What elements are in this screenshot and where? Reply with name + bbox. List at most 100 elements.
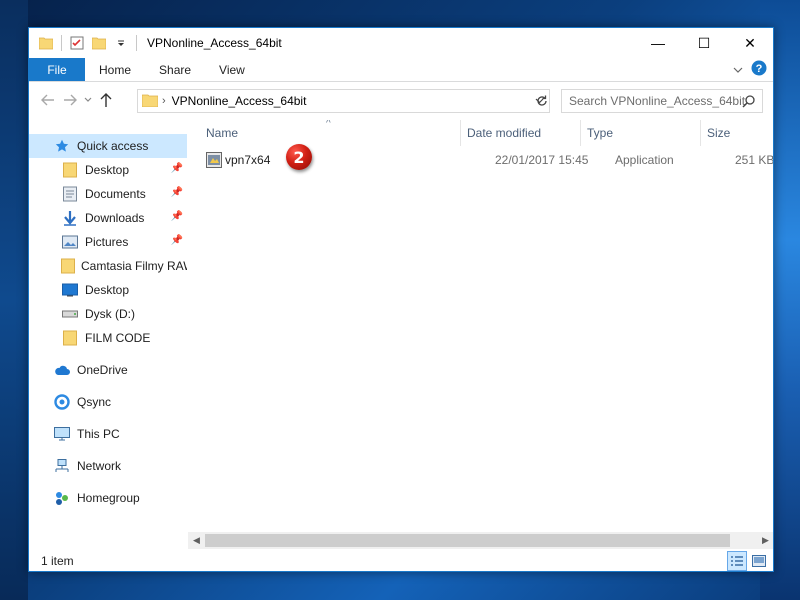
nav-label-desktop: Desktop <box>85 163 130 177</box>
close-button[interactable]: ✕ <box>727 28 773 58</box>
nav-label-this-pc: This PC <box>77 427 120 441</box>
maximize-button[interactable]: ☐ <box>681 28 727 58</box>
nav-item-qsync[interactable]: Qsync <box>29 390 187 414</box>
ribbon-right-controls: ? <box>733 58 773 81</box>
nav-label-network: Network <box>77 459 122 473</box>
toolbar-separator <box>136 35 137 51</box>
customize-toolbar-chevron-icon[interactable] <box>112 34 130 52</box>
nav-label-documents: Documents <box>85 187 146 201</box>
drive-icon <box>61 305 79 323</box>
help-icon[interactable]: ? <box>751 60 767 79</box>
star-icon <box>53 137 71 155</box>
search-icon[interactable] <box>742 94 756 111</box>
address-bar[interactable]: › VPNonline_Access_64bit <box>137 89 550 113</box>
nav-item-this-pc[interactable]: This PC <box>29 422 187 446</box>
nav-label-downloads: Downloads <box>85 211 145 225</box>
svg-text:?: ? <box>756 63 763 75</box>
nav-item-network[interactable]: Network <box>29 454 187 478</box>
pictures-icon <box>61 233 79 251</box>
nav-item-onedrive[interactable]: OneDrive <box>29 358 187 382</box>
download-arrow-icon <box>61 209 79 227</box>
view-toggle <box>727 551 769 571</box>
nav-item-pictures[interactable]: Pictures 📌 <box>29 230 187 254</box>
quick-access-toolbar <box>29 34 139 52</box>
navigation-pane: Quick access Desktop 📌 Documents 📌 Downl… <box>29 120 187 544</box>
horizontal-scrollbar[interactable]: ◀ ▶ <box>188 532 773 549</box>
up-button[interactable] <box>95 89 117 111</box>
desktop-icon <box>61 281 79 299</box>
nav-item-camtasia-filmy-raw[interactable]: Camtasia Filmy RAW <box>29 254 187 278</box>
sync-icon <box>53 393 71 411</box>
tab-view[interactable]: View <box>205 58 259 81</box>
application-icon <box>206 152 222 171</box>
pin-icon: 📌 <box>170 235 183 246</box>
file-name: vpn7x64 <box>225 153 271 167</box>
cloud-icon <box>53 361 71 379</box>
nav-item-drive-d[interactable]: Dysk (D:) <box>29 302 187 326</box>
pin-icon: 📌 <box>170 211 183 222</box>
back-button[interactable] <box>37 89 59 111</box>
toolbar-separator <box>61 35 62 51</box>
item-count: 1 item <box>41 554 74 568</box>
nav-item-documents[interactable]: Documents 📌 <box>29 182 187 206</box>
properties-icon[interactable] <box>68 34 86 52</box>
nav-item-film-code[interactable]: FILM CODE <box>29 326 187 350</box>
search-input[interactable]: Search VPNonline_Access_64bit <box>561 89 763 113</box>
pin-icon: 📌 <box>170 163 183 174</box>
forward-button[interactable] <box>59 89 81 111</box>
window-controls: — ☐ ✕ <box>635 28 773 58</box>
breadcrumb-current-folder[interactable]: VPNonline_Access_64bit <box>172 94 307 108</box>
nav-label-drive-d: Dysk (D:) <box>85 307 135 321</box>
column-header-name[interactable]: Name <box>200 120 461 146</box>
address-row: › VPNonline_Access_64bit Search VPNonlin… <box>29 83 773 117</box>
nav-label-homegroup: Homegroup <box>77 491 140 505</box>
nav-label-desktop-2: Desktop <box>85 283 130 297</box>
column-header-size[interactable]: Size <box>701 120 773 146</box>
desktop-background-left <box>0 0 28 600</box>
recent-locations-chevron-icon[interactable] <box>81 89 95 111</box>
breadcrumb-chevron-icon[interactable]: › <box>162 95 166 107</box>
file-list: ^ Name Date modified Type Size vpn7x64 2… <box>188 120 773 532</box>
folder-icon <box>141 93 159 110</box>
scroll-left-arrow-icon[interactable]: ◀ <box>188 532 205 549</box>
tab-home[interactable]: Home <box>85 58 145 81</box>
refresh-button[interactable] <box>533 89 551 113</box>
folder-icon <box>61 257 75 275</box>
nav-label-qsync: Qsync <box>77 395 112 409</box>
nav-item-downloads[interactable]: Downloads 📌 <box>29 206 187 230</box>
file-row[interactable]: vpn7x64 2 22/01/2017 15:45 Application 2… <box>200 144 773 172</box>
nav-label-quick-access: Quick access <box>77 139 149 153</box>
tab-share[interactable]: Share <box>145 58 205 81</box>
window-title: VPNonline_Access_64bit <box>147 36 282 50</box>
title-bar: VPNonline_Access_64bit — ☐ ✕ <box>29 28 773 58</box>
nav-item-quick-access[interactable]: Quick access <box>29 134 187 158</box>
column-headers: ^ Name Date modified Type Size <box>188 120 773 146</box>
ribbon-tabs: File Home Share View ? <box>29 58 773 82</box>
minimize-button[interactable]: — <box>635 28 681 58</box>
nav-item-desktop[interactable]: Desktop <box>29 278 187 302</box>
nav-label-film-code: FILM CODE <box>85 331 151 345</box>
step-marker-badge: 2 <box>286 144 312 170</box>
network-icon <box>53 457 71 475</box>
search-placeholder: Search VPNonline_Access_64bit <box>569 94 746 108</box>
file-explorer-window: VPNonline_Access_64bit — ☐ ✕ File Home S… <box>28 27 774 572</box>
column-header-date-modified[interactable]: Date modified <box>461 120 581 146</box>
chevron-down-icon[interactable] <box>733 63 743 77</box>
folder-icon <box>37 34 55 52</box>
details-view-icon[interactable] <box>727 551 747 571</box>
nav-item-homegroup[interactable]: Homegroup <box>29 486 187 510</box>
file-date-modified: 22/01/2017 15:45 <box>495 153 589 167</box>
computer-icon <box>53 425 71 443</box>
large-icons-view-icon[interactable] <box>749 551 769 571</box>
tab-file[interactable]: File <box>29 58 85 81</box>
file-type: Application <box>615 153 674 167</box>
column-header-type[interactable]: Type <box>581 120 701 146</box>
scroll-right-arrow-icon[interactable]: ▶ <box>757 532 773 549</box>
scrollbar-thumb[interactable] <box>205 534 730 547</box>
homegroup-icon <box>53 489 71 507</box>
nav-item-desktop-pinned[interactable]: Desktop 📌 <box>29 158 187 182</box>
new-folder-icon[interactable] <box>90 34 108 52</box>
folder-icon <box>61 329 79 347</box>
folder-icon <box>61 161 79 179</box>
status-bar: 1 item <box>29 549 773 571</box>
